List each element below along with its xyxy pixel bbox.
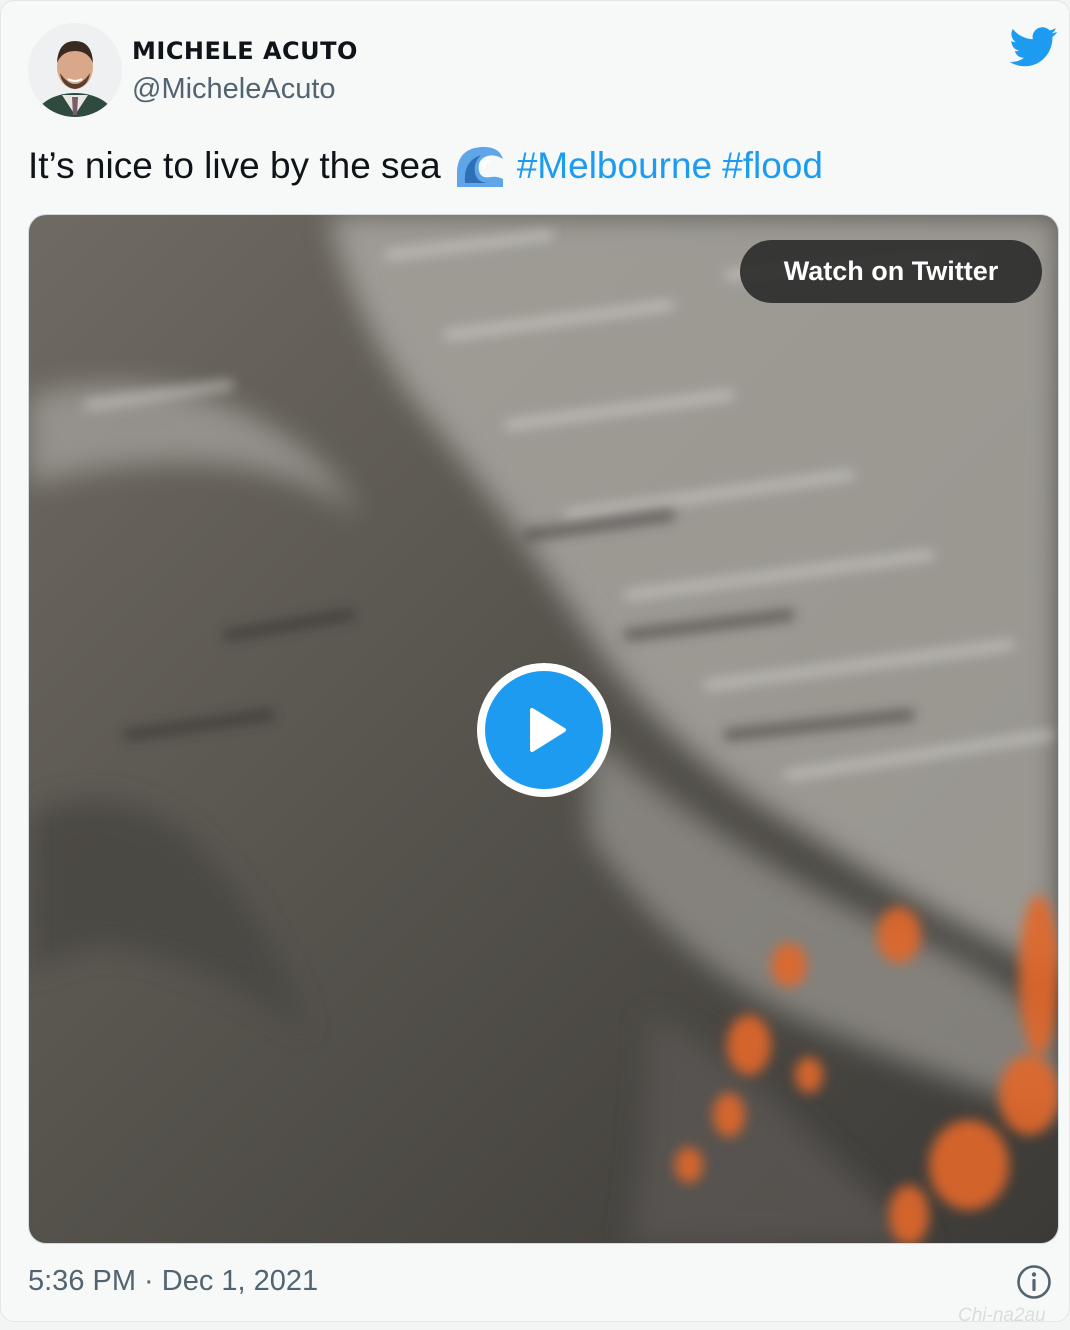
author-handle[interactable]: @MicheleAcuto <box>132 73 336 106</box>
author-name[interactable]: MICHELE ACUTO <box>132 37 358 65</box>
hashtag-melbourne[interactable]: #Melbourne <box>517 145 712 187</box>
tweet-timestamp[interactable]: 5:36 PM · Dec 1, 2021 <box>28 1265 318 1298</box>
play-icon <box>530 708 566 752</box>
twitter-bird-icon[interactable] <box>1009 27 1059 67</box>
water-wave-emoji <box>456 146 503 187</box>
play-icon-circle <box>485 671 603 789</box>
play-button[interactable] <box>477 663 611 797</box>
video-thumbnail[interactable]: Watch on Twitter <box>28 214 1059 1244</box>
tweet-card: MICHELE ACUTO @MicheleAcuto It’s nice to… <box>0 0 1070 1322</box>
tweet-text: It’s nice to live by the sea #Melbourne … <box>28 143 823 189</box>
watch-on-twitter-button[interactable]: Watch on Twitter <box>740 240 1042 303</box>
info-icon[interactable] <box>1016 1264 1052 1300</box>
tweet-body: It’s nice to live by the sea <box>28 145 441 186</box>
watermark: Chi-na2au <box>958 1305 1046 1326</box>
hashtag-flood[interactable]: #flood <box>722 145 823 187</box>
author-avatar[interactable] <box>28 23 122 117</box>
